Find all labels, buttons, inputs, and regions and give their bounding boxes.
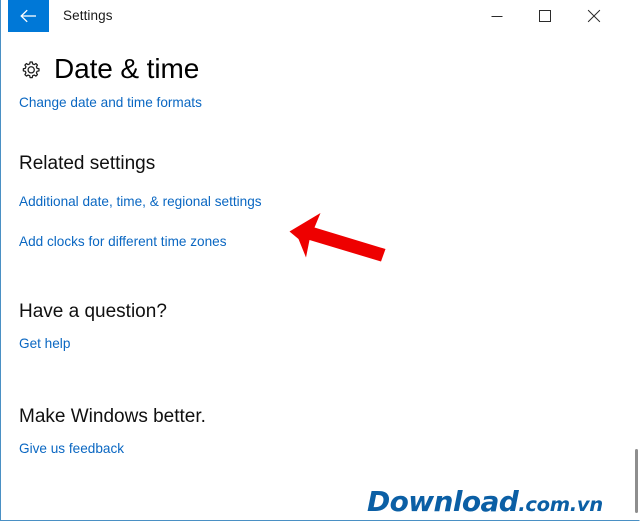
link-additional-date-time-regional-settings[interactable]: Additional date, time, & regional settin…	[19, 194, 262, 209]
watermark-suffix: .com.vn	[518, 493, 603, 516]
gear-icon	[19, 58, 43, 82]
scrollbar-track[interactable]	[634, 33, 639, 520]
link-change-date-time-formats[interactable]: Change date and time formats	[19, 95, 202, 110]
window-title: Settings	[63, 8, 113, 23]
page-header: Date & time	[19, 53, 200, 84]
section-heading-make-windows-better: Make Windows better.	[19, 406, 206, 427]
minimize-button[interactable]	[474, 0, 520, 31]
title-bar: Settings	[1, 0, 639, 33]
settings-content: Date & time Change date and time formats…	[1, 33, 639, 520]
link-get-help[interactable]: Get help	[19, 336, 70, 351]
close-button[interactable]	[571, 0, 617, 31]
page-title: Date & time	[54, 53, 200, 84]
link-add-clocks-time-zones[interactable]: Add clocks for different time zones	[19, 234, 227, 249]
watermark-text: Download.com.vn	[367, 488, 603, 516]
link-give-us-feedback[interactable]: Give us feedback	[19, 441, 124, 456]
watermark-logo: Download.com.vn	[367, 488, 612, 520]
red-arrow-annotation-icon	[284, 209, 394, 269]
section-heading-related-settings: Related settings	[19, 153, 156, 174]
settings-window: Settings Date & time Change date and tim…	[0, 0, 640, 521]
watermark-brand: Download	[367, 485, 519, 518]
back-button[interactable]	[8, 0, 49, 32]
scrollbar-thumb[interactable]	[635, 449, 638, 513]
maximize-button[interactable]	[522, 0, 568, 31]
section-heading-have-a-question: Have a question?	[19, 301, 167, 322]
